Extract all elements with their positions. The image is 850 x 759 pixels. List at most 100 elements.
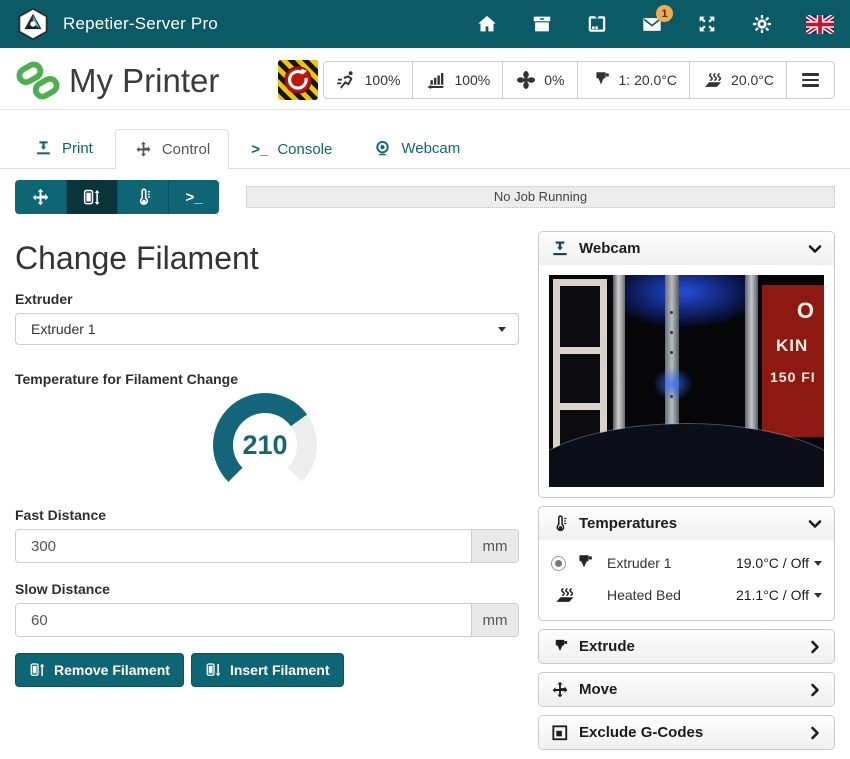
heated-bed-temperature-row: Heated Bed 21.1°C / Off [551,579,822,611]
fullscreen-icon[interactable] [696,13,718,35]
extrude-panel-header[interactable]: Extrude [539,630,834,663]
printer-header: My Printer 100% 100% 0% [0,48,850,110]
chevron-right-icon [807,725,823,741]
tab-print[interactable]: Print [15,128,112,168]
printer-title: My Printer [69,58,219,104]
extruder-temp-dropdown[interactable]: 19.0°C / Off [736,555,822,571]
bed-temp-status[interactable]: 20.0°C [689,62,786,98]
webcam-panel-header[interactable]: Webcam [539,232,834,265]
move-panel: Move [538,672,835,707]
language-flag-uk-icon[interactable] [806,13,834,35]
tab-console[interactable]: >_ Console [232,130,351,168]
move-control-button[interactable] [15,180,66,214]
select-caret-icon [498,327,506,332]
temperatures-panel-header[interactable]: Temperatures [539,507,834,540]
extruder-temperature-row: Extruder 1 19.0°C / Off [551,547,822,579]
flow-multiplier-status[interactable]: 100% [412,62,502,98]
settings-gear-icon[interactable] [751,13,773,35]
remove-filament-button[interactable]: Remove Filament [15,653,184,687]
printer-link-icon [15,58,61,104]
heated-bed-icon [702,69,724,91]
caret-down-icon [814,561,822,566]
fast-distance-group: mm [15,529,519,563]
heated-bed-icon [551,584,579,606]
printer-box-icon[interactable] [531,13,553,35]
tab-control-label: Control [162,141,210,158]
messages-icon[interactable]: 1 [641,13,663,35]
extrude-panel: Extrude [538,629,835,664]
repetier-server-app: Repetier-Server Pro 1 [0,0,850,759]
extruder-radio[interactable] [551,556,566,571]
fan-status[interactable]: 0% [502,62,576,98]
home-icon[interactable] [476,13,498,35]
filament-icon [82,187,103,208]
tab-print-label: Print [62,140,93,157]
tab-console-label: Console [277,141,332,158]
temperature-gauge[interactable]: 210 [213,393,317,497]
page-title: Change Filament [15,240,519,277]
thermometer-icon [133,187,154,208]
exclude-gcodes-panel: Exclude G-Codes [538,715,835,750]
flow-value: 100% [454,72,490,88]
insert-filament-button[interactable]: Insert Filament [191,653,344,687]
move-panel-header[interactable]: Move [539,673,834,706]
fast-distance-unit: mm [471,530,518,562]
extruder-select[interactable]: Extruder 1 [15,313,519,345]
filament-out-icon [29,661,47,679]
fast-distance-label: Fast Distance [15,507,519,523]
temperature-gauge-value: 210 [213,393,317,497]
move-panel-title: Move [579,681,617,698]
chevron-down-icon [807,241,823,257]
chevron-down-icon [807,516,823,532]
print-queue-icon[interactable] [586,13,608,35]
webcam-blue-glow [609,275,759,327]
extruder-temp-status[interactable]: 1: 20.0°C [577,62,690,98]
speed-multiplier-status[interactable]: 100% [324,62,413,98]
exclude-gcodes-panel-header[interactable]: Exclude G-Codes [539,716,834,749]
gcode-console-button[interactable]: >_ [168,180,219,214]
insert-filament-label: Insert Filament [230,662,330,678]
chevron-right-icon [807,682,823,698]
job-status-bar: No Job Running [246,186,835,208]
slow-distance-input[interactable] [16,604,471,636]
extruder-nozzle-icon [573,552,595,574]
emergency-stop-button[interactable] [278,60,318,100]
exclude-region-icon [550,723,570,743]
top-navigation-bar: Repetier-Server Pro 1 [0,0,850,48]
tab-control[interactable]: Control [115,129,229,169]
printer-tabs: Print Control >_ Console Webcam [0,110,850,169]
extruder-temp-value: 1: 20.0°C [619,72,678,88]
filament-in-icon [205,661,223,679]
webcam-window-frame [553,279,607,459]
caret-down-icon [814,593,822,598]
webcam-center-rail [665,275,679,447]
webcam-blue-glow-small [653,367,693,401]
extruder-label: Extruder [15,291,519,307]
fan-icon [515,69,537,91]
menu-icon [799,73,822,87]
tab-webcam[interactable]: Webcam [354,128,479,168]
speed-icon [336,69,358,91]
fast-distance-input[interactable] [16,530,471,562]
extruder-select-value: Extruder 1 [31,321,96,337]
webcam-panel-title: Webcam [579,240,640,257]
print-icon [550,239,570,259]
temperature-control-button[interactable] [117,180,168,214]
webcam-image[interactable]: O KIN 150 FI [549,275,824,487]
filament-change-button[interactable] [66,180,117,214]
remove-filament-label: Remove Filament [54,662,170,678]
webcam-icon [373,139,392,158]
slow-distance-label: Slow Distance [15,581,519,597]
extruder-nozzle-icon [590,69,612,91]
webcam-red-sign: O KIN 150 FI [762,285,824,437]
printer-menu-button[interactable] [786,62,834,98]
change-filament-section: Change Filament Extruder Extruder 1 Temp… [15,214,519,758]
temperatures-panel: Temperatures Extruder 1 19.0°C / Off [538,506,835,621]
speed-value: 100% [365,72,401,88]
control-toolbar-row: >_ No Job Running [15,180,835,214]
heated-bed-temp-dropdown[interactable]: 21.1°C / Off [736,587,822,603]
app-title: Repetier-Server Pro [63,14,218,34]
message-count-badge: 1 [656,5,673,22]
extruder-temp-reading: 19.0°C / Off [736,555,809,571]
slow-distance-group: mm [15,603,519,637]
